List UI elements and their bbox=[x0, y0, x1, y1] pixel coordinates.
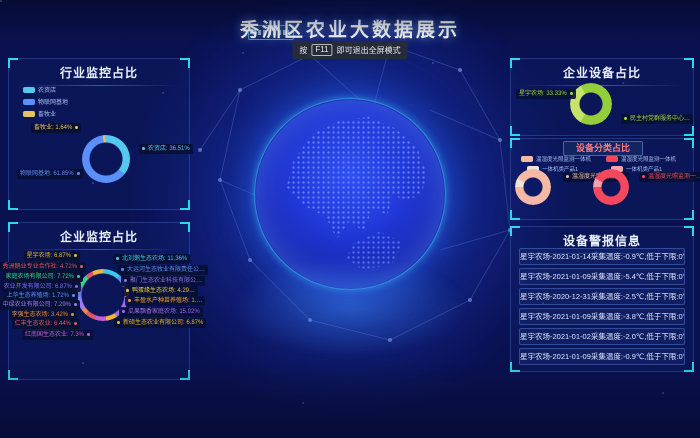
panel-device-category: 设备分类占比 温湿度光照监测一体机 一体机类产品1 温湿度光照监测一… 温湿度光… bbox=[510, 138, 694, 220]
alarm-row: 星宇农场-2021-01-09采集温度:-5.4℃,低于下限:0℃ bbox=[519, 268, 685, 285]
pie-label: 畜牧业: 1.64% bbox=[31, 123, 81, 133]
pie-label: 中绿农业有限公司: 7.29% bbox=[0, 300, 80, 310]
industry-legend: 农资店 物联网基地 畜牧业 bbox=[23, 85, 68, 118]
legend-label: 温湿度光照监测一体机 bbox=[536, 155, 591, 163]
panel-device-alarms: 设备警报信息 星宇农场-2021-01-14采集温度:-0.9℃,低于下限:0℃… bbox=[510, 226, 694, 372]
pie-label: 农资店: 36.51% bbox=[139, 144, 193, 154]
pie-label: 鸭蛋缘生态农场: 4.29… bbox=[123, 286, 198, 296]
panel-enterprise-device: 企业设备占比 星宇农场: 33.33% 民主村党群服务中心… bbox=[510, 58, 694, 136]
alarms-title: 设备警报信息 bbox=[511, 227, 693, 249]
device-category-donut-right[interactable] bbox=[593, 169, 629, 205]
pie-label: 仁丰生态农业: 6.44% bbox=[12, 319, 80, 329]
f11-key: F11 bbox=[311, 44, 332, 56]
industry-donut-chart[interactable] bbox=[82, 135, 130, 183]
legend-swatch bbox=[606, 156, 618, 162]
legend-item[interactable]: 物联网基地 bbox=[23, 97, 68, 106]
legend-item[interactable]: 农资店 bbox=[23, 85, 68, 94]
legend-swatch bbox=[23, 87, 35, 93]
divider bbox=[19, 249, 179, 250]
legend-label: 农资店 bbox=[38, 85, 56, 94]
legend-label: 物联网基地 bbox=[38, 97, 68, 106]
pie-label: 星宇农场: 33.33% bbox=[516, 89, 576, 99]
alarm-row: 星宇农场-2021-01-09采集温度:-0.9℃,低于下限:0℃ bbox=[519, 348, 685, 365]
pie-label: 民主村党群服务中心… bbox=[621, 114, 693, 124]
page-title: 秀洲区农业大数据展示 bbox=[0, 15, 700, 42]
legend-item[interactable]: 温湿度光照监测一体机 bbox=[521, 155, 591, 163]
legend-label: 畜牧业 bbox=[38, 109, 56, 118]
pie-label: 大运河生态牧业有限责任公… bbox=[118, 265, 208, 275]
legend-swatch bbox=[23, 111, 35, 117]
legend-swatch bbox=[521, 156, 533, 162]
alarm-row: 星宇农场-2021-01-14采集温度:-0.9℃,低于下限:0℃ bbox=[519, 248, 685, 265]
pie-label: 红南国生态农业: 7.3% bbox=[22, 330, 93, 340]
fullscreen-tip: 按 F11 即可退出全屏模式 bbox=[292, 41, 407, 59]
alarm-row: 星宇农场-2021-01-02采集温度:-2.0℃,低于下限:0℃ bbox=[519, 328, 685, 345]
enterprise-device-donut-chart[interactable] bbox=[570, 83, 612, 125]
pie-label: 温湿度光照监测一… bbox=[639, 172, 700, 182]
pie-label: 秀洲鹅业专业合作社: 4.72% bbox=[0, 262, 86, 272]
industry-panel-title: 行业监控占比 bbox=[9, 59, 189, 81]
legend-label: 温湿度光照监测一体机 bbox=[621, 155, 676, 163]
panel-enterprise-monitor: 企业监控占比 星宇农场: 6.87% 秀洲鹅业专业合作社: 4.72% 家庭农场… bbox=[8, 222, 190, 380]
device-category-title-button[interactable]: 设备分类占比 bbox=[563, 141, 643, 156]
enterprise-monitor-title: 企业监控占比 bbox=[9, 223, 189, 245]
legend-swatch bbox=[23, 99, 35, 105]
pie-label: 北刘鹅生态农场: 11.36% bbox=[113, 254, 190, 264]
pie-label: 星宇农场: 6.87% bbox=[24, 251, 80, 261]
pie-label: 新硕生态农业有限公司: 6.87% bbox=[114, 318, 206, 328]
pie-label: 物联网基地: 61.85% bbox=[17, 169, 83, 179]
globe bbox=[256, 100, 444, 288]
background-stars bbox=[0, 0, 2, 2]
alarm-row: 星宇农场-2021-01-09采集温度:-3.8℃,低于下限:0℃ bbox=[519, 308, 685, 325]
panel-industry-monitor: 行业监控占比 农资店 物联网基地 畜牧业 畜牧业: 1.64% 农资店: 36.… bbox=[8, 58, 190, 210]
legend-item[interactable]: 温湿度光照监测一体机 bbox=[606, 155, 676, 163]
alarm-row: 星宇农场-2020-12-31采集温度:-2.5℃,低于下限:0℃ bbox=[519, 288, 685, 305]
pie-label: 家庭农场有限公司: 7.72% bbox=[3, 272, 83, 282]
tip-suffix: 即可退出全屏模式 bbox=[337, 45, 401, 56]
device-category-donut-left[interactable] bbox=[515, 169, 551, 205]
pie-label: 瓜果飘香家庭农场: 15.02% bbox=[119, 307, 203, 317]
pie-label: 丰盈水产种苗养殖场: 1.… bbox=[125, 296, 205, 306]
pie-label: 聚门生态农业科技有限公… bbox=[121, 276, 205, 286]
tip-prefix: 按 bbox=[299, 45, 307, 56]
enterprise-device-title: 企业设备占比 bbox=[511, 59, 693, 81]
legend-item[interactable]: 畜牧业 bbox=[23, 109, 68, 118]
